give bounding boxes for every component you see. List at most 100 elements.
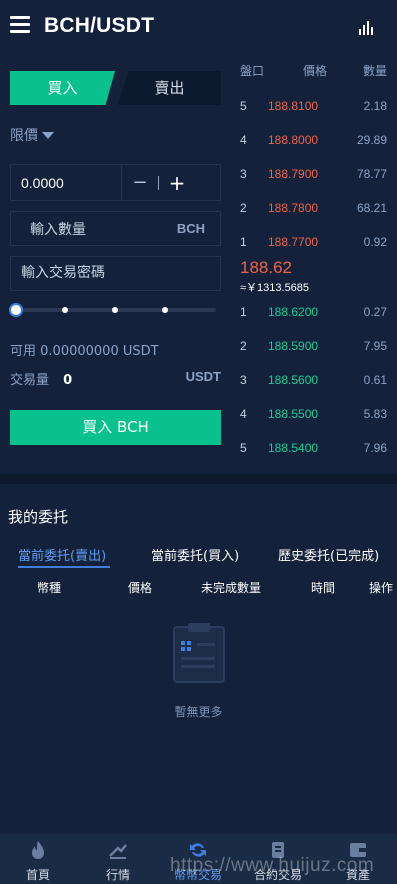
bid-price: 188.5500 <box>268 407 319 421</box>
col-action: 操作 <box>369 581 394 595</box>
increase-price-button[interactable]: + <box>159 171 195 195</box>
tab-sell[interactable]: 賣出 <box>118 71 221 105</box>
available-balance: 可用 0.00000000 USDT <box>10 340 159 359</box>
slider-stop-50[interactable] <box>112 307 118 313</box>
bottom-nav: 首頁 行情 幣幣交易 合約交易 資產 <box>0 834 397 884</box>
nav-contract-trade[interactable]: 合約交易 <box>243 834 313 884</box>
last-price: 188.62 <box>240 258 292 277</box>
bid-row[interactable]: 4 188.5500 5.83 <box>240 407 387 421</box>
bid-price: 188.5600 <box>268 373 319 387</box>
orders-title: 我的委托 <box>8 508 69 526</box>
empty-clipboard-icon <box>173 623 225 683</box>
bid-row[interactable]: 3 188.5600 0.61 <box>240 373 387 387</box>
ask-level: 3 <box>240 167 247 181</box>
chevron-down-icon <box>42 131 54 139</box>
available-unit: USDT <box>122 344 159 359</box>
ask-row[interactable]: 3 188.7900 78.77 <box>240 167 387 181</box>
price-input[interactable]: 0.0000 <box>11 175 121 191</box>
slider-stop-75[interactable] <box>162 307 168 313</box>
nav-assets[interactable]: 資產 <box>323 834 393 884</box>
nav-spot-trade[interactable]: 幣幣交易 <box>163 834 233 884</box>
contract-icon <box>272 842 284 858</box>
bid-qty: 0.27 <box>363 305 387 319</box>
ask-row[interactable]: 1 188.7700 0.92 <box>240 235 387 249</box>
exchange-icon <box>190 843 206 857</box>
tab-current-sell[interactable]: 當前委托(賣出) <box>18 545 106 564</box>
wallet-icon <box>350 843 366 857</box>
empty-text: 暫無更多 <box>174 705 223 719</box>
nav-label-assets: 資產 <box>345 868 370 882</box>
pair-title[interactable]: BCH/USDT <box>44 14 154 38</box>
ask-level: 4 <box>240 133 247 147</box>
ask-price: 188.7900 <box>268 167 319 181</box>
ask-level: 1 <box>240 235 247 249</box>
decrease-price-button[interactable]: − <box>122 172 158 193</box>
buy-button[interactable]: 買入 BCH <box>10 410 221 445</box>
tab-history[interactable]: 歷史委托(已完成) <box>278 545 379 564</box>
col-unfilled: 未完成數量 <box>201 581 262 595</box>
nav-label-market: 行情 <box>105 868 130 882</box>
ask-row[interactable]: 4 188.8000 29.89 <box>240 133 387 147</box>
col-time: 時間 <box>311 581 336 595</box>
amount-unit: BCH <box>176 221 205 236</box>
col-qty: 數量 <box>362 64 387 78</box>
bid-level: 1 <box>240 305 247 319</box>
bid-price: 188.5400 <box>268 441 319 455</box>
bar-chart-icon[interactable] <box>358 19 374 35</box>
bid-row[interactable]: 1 188.6200 0.27 <box>240 305 387 319</box>
bid-row[interactable]: 5 188.5400 7.96 <box>240 441 387 455</box>
ask-qty: 68.21 <box>356 201 387 215</box>
col-currency: 幣種 <box>37 581 62 595</box>
menu-icon[interactable] <box>10 16 30 33</box>
ask-qty: 2.18 <box>363 99 387 113</box>
bid-level: 4 <box>240 407 247 421</box>
bid-qty: 0.61 <box>363 373 387 387</box>
ask-qty: 0.92 <box>363 235 387 249</box>
ask-qty: 29.89 <box>356 133 387 147</box>
amount-placeholder: 輸入數量 <box>30 221 86 238</box>
ask-price: 188.7700 <box>268 235 319 249</box>
amount-slider[interactable] <box>9 303 216 317</box>
section-divider <box>0 474 397 484</box>
bid-level: 2 <box>240 339 247 353</box>
nav-market[interactable]: 行情 <box>83 834 153 884</box>
bid-qty: 5.83 <box>363 407 387 421</box>
trade-volume: 交易量 0 USDT <box>10 369 221 388</box>
available-value: 0.00000000 <box>40 344 119 359</box>
volume-label: 交易量 <box>10 373 50 388</box>
col-level: 盤口 <box>240 64 265 78</box>
volume-unit: USDT <box>185 369 221 384</box>
slider-handle[interactable] <box>9 303 23 317</box>
ask-row[interactable]: 5 188.8100 2.18 <box>240 99 387 113</box>
order-type-label: 限價 <box>10 128 38 144</box>
nav-label-spot-trade: 幣幣交易 <box>173 868 222 882</box>
bid-qty: 7.95 <box>363 339 387 353</box>
active-tab-indicator <box>18 566 110 568</box>
col-price: 價格 <box>303 64 328 78</box>
ask-level: 2 <box>240 201 247 215</box>
nav-label-contract-trade: 合約交易 <box>253 868 302 882</box>
bid-row[interactable]: 2 188.5900 7.95 <box>240 339 387 353</box>
last-price-cny: ≈￥1313.5685 <box>240 282 310 294</box>
nav-home[interactable]: 首頁 <box>3 834 73 884</box>
slider-stop-25[interactable] <box>62 307 68 313</box>
tab-current-buy[interactable]: 當前委托(買入) <box>151 545 239 564</box>
trend-icon <box>109 844 127 859</box>
buy-sell-tabs: 買入 賣出 <box>10 71 221 105</box>
ask-price: 188.8000 <box>268 133 319 147</box>
volume-value: 0 <box>63 373 73 388</box>
ask-level: 5 <box>240 99 247 113</box>
bid-qty: 7.96 <box>363 441 387 455</box>
trade-password-input[interactable]: 輸入交易密碼 <box>10 256 221 291</box>
tab-buy[interactable]: 買入 <box>10 71 115 105</box>
bid-level: 5 <box>240 441 247 455</box>
flame-icon <box>32 841 44 859</box>
bid-level: 3 <box>240 373 247 387</box>
ask-row[interactable]: 2 188.7800 68.21 <box>240 201 387 215</box>
ask-price: 188.7800 <box>268 201 319 215</box>
available-label: 可用 <box>10 344 37 359</box>
price-stepper: 0.0000 − + <box>10 164 221 201</box>
amount-input[interactable]: 輸入數量 BCH <box>10 211 221 246</box>
ask-qty: 78.77 <box>356 167 387 181</box>
order-type-select[interactable]: 限價 <box>10 125 54 145</box>
